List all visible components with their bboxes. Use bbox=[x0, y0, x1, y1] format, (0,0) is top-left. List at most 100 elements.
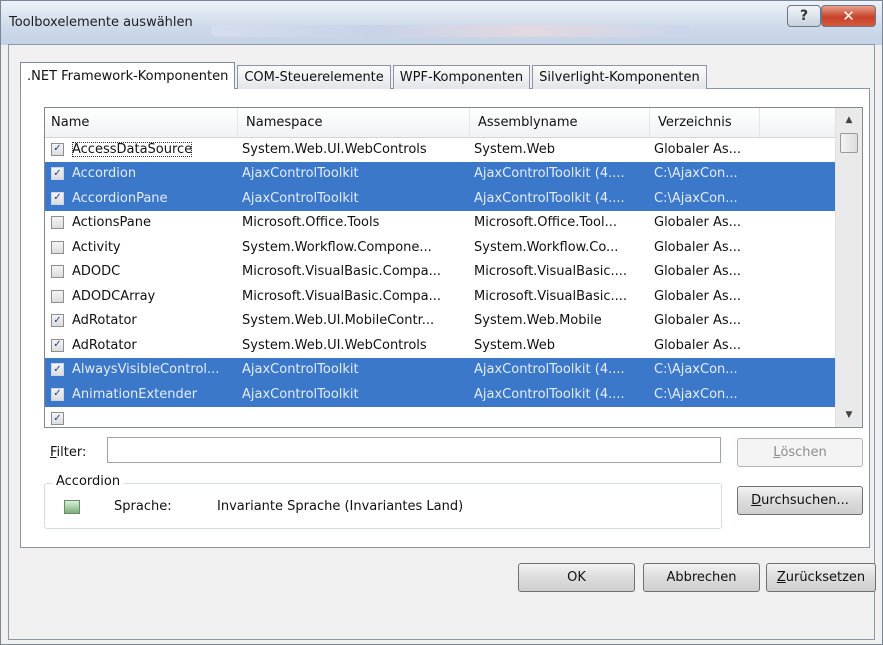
row-namespace: AjaxControlToolkit bbox=[242, 386, 359, 402]
row-namespace: System.Web.UI.WebControls bbox=[242, 141, 427, 157]
help-button[interactable]: ? bbox=[787, 5, 821, 27]
ok-button[interactable]: OK bbox=[518, 563, 635, 592]
table-row[interactable]: ✓ bbox=[45, 407, 835, 428]
row-directory: Globaler As... bbox=[654, 313, 742, 329]
table-row[interactable]: ADODCArray Microsoft.VisualBasic.Compa...… bbox=[45, 284, 835, 309]
reset-button[interactable]: Zurücksetzen bbox=[766, 563, 876, 592]
row-name-cell: ✓ AccessDataSource bbox=[45, 141, 238, 157]
row-namespace: System.Web.UI.MobileContr... bbox=[242, 313, 435, 329]
table-row[interactable]: Activity System.Workflow.Compone... System… bbox=[45, 235, 835, 260]
row-directory: Globaler As... bbox=[654, 215, 742, 231]
row-name-cell: ✓ AdRotator bbox=[45, 313, 238, 328]
table-row[interactable]: ActionsPane Microsoft.Office.Tools Microso… bbox=[45, 211, 835, 236]
cancel-button[interactable]: Abbrechen bbox=[643, 563, 760, 592]
row-checkbox[interactable] bbox=[51, 289, 64, 303]
clear-button[interactable]: Löschen bbox=[737, 438, 863, 467]
row-name: AccessDataSource bbox=[72, 141, 193, 157]
row-directory: Globaler As... bbox=[654, 239, 742, 255]
table-row[interactable]: ✓ AdRotator System.Web.UI.MobileContr... Sy… bbox=[45, 309, 835, 334]
row-checkbox[interactable] bbox=[51, 240, 64, 254]
row-assembly: AjaxControlToolkit (4.... bbox=[474, 190, 625, 206]
table-row[interactable]: ✓ Accordion AjaxControlToolkit AjaxControlT… bbox=[45, 161, 835, 186]
row-assembly: System.Web bbox=[474, 141, 555, 157]
list-rows: ✓ AccessDataSource System.Web.UI.WebContro… bbox=[45, 137, 835, 428]
row-name-cell: ✓ AlwaysVisibleControl... bbox=[45, 362, 238, 377]
row-namespace: AjaxControlToolkit bbox=[242, 166, 359, 182]
table-row[interactable]: ADODC Microsoft.VisualBasic.Compa... Micro… bbox=[45, 260, 835, 285]
table-row[interactable]: ✓ AnimationExtender AjaxControlToolkit Ajax… bbox=[45, 382, 835, 407]
row-namespace: AjaxControlToolkit bbox=[242, 190, 359, 206]
title-bar[interactable]: Toolboxelemente auswählen ? ✕ bbox=[1, 1, 882, 45]
components-list[interactable]: Name Namespace Assemblyname Verzeichnis … bbox=[44, 107, 863, 428]
table-row[interactable]: ✓ AdRotator System.Web.UI.WebControls Syste… bbox=[45, 333, 835, 358]
blurred-title-text bbox=[211, 25, 691, 37]
row-name: Activity bbox=[72, 239, 121, 255]
row-assembly: AjaxControlToolkit (4.... bbox=[474, 386, 625, 402]
row-directory: C:\AjaxCon... bbox=[654, 190, 738, 206]
row-name: Accordion bbox=[72, 166, 137, 182]
scroll-thumb[interactable] bbox=[840, 133, 858, 153]
row-name: AnimationExtender bbox=[72, 386, 198, 402]
selection-group-title: Accordion bbox=[52, 474, 125, 489]
row-namespace: AjaxControlToolkit bbox=[242, 362, 359, 378]
browse-button[interactable]: Durchsuchen... bbox=[737, 486, 863, 515]
tab-net-framework[interactable]: .NET Framework-Komponenten bbox=[20, 62, 236, 89]
table-row[interactable]: ✓ AlwaysVisibleControl... AjaxControlToolk… bbox=[45, 357, 835, 382]
row-name: AlwaysVisibleControl... bbox=[72, 362, 220, 378]
tab-com[interactable]: COM-Steuerelemente bbox=[237, 65, 391, 89]
row-namespace: Microsoft.VisualBasic.Compa... bbox=[242, 288, 441, 304]
row-assembly: System.Web.Mobile bbox=[474, 313, 602, 329]
filter-label: Filter: bbox=[50, 445, 87, 460]
row-name-cell: ✓ AccordionPane bbox=[45, 191, 238, 206]
language-value: Invariante Sprache (Invariantes Land) bbox=[217, 499, 464, 514]
row-name-cell: ActionsPane bbox=[45, 215, 238, 230]
language-label: Sprache: bbox=[114, 499, 172, 514]
table-row[interactable]: ✓ AccordionPane AjaxControlToolkit AjaxCont… bbox=[45, 186, 835, 211]
tab-strip: .NET Framework-Komponenten COM-Steuerele… bbox=[20, 62, 709, 89]
row-assembly: System.Workflow.Co... bbox=[474, 239, 619, 255]
row-checkbox[interactable]: ✓ bbox=[51, 191, 64, 205]
row-checkbox[interactable] bbox=[51, 216, 64, 230]
row-name-cell: ✓ bbox=[45, 412, 238, 426]
row-name-cell: ✓ AdRotator bbox=[45, 338, 238, 353]
row-namespace: Microsoft.VisualBasic.Compa... bbox=[242, 264, 441, 280]
row-directory: Globaler As... bbox=[654, 264, 742, 280]
row-checkbox[interactable]: ✓ bbox=[51, 412, 64, 426]
row-name-cell: ADODC bbox=[45, 264, 238, 279]
row-directory: C:\AjaxCon... bbox=[654, 362, 738, 378]
row-checkbox[interactable]: ✓ bbox=[51, 314, 64, 328]
row-namespace: Microsoft.Office.Tools bbox=[242, 215, 380, 231]
row-name-cell: Activity bbox=[45, 240, 238, 255]
column-header-assembly[interactable]: Assemblyname bbox=[470, 108, 650, 137]
row-assembly: AjaxControlToolkit (4.... bbox=[474, 166, 625, 182]
vertical-scrollbar[interactable]: ▲ ▼ bbox=[835, 108, 862, 427]
window-title: Toolboxelemente auswählen bbox=[9, 15, 193, 30]
list-header: Name Namespace Assemblyname Verzeichnis bbox=[45, 108, 835, 138]
row-checkbox[interactable]: ✓ bbox=[51, 338, 64, 352]
row-directory: Globaler As... bbox=[654, 288, 742, 304]
tab-silverlight[interactable]: Silverlight-Komponenten bbox=[532, 65, 707, 89]
table-row[interactable]: ✓ AccessDataSource System.Web.UI.WebContro… bbox=[45, 137, 835, 162]
row-namespace: System.Workflow.Compone... bbox=[242, 239, 432, 255]
row-directory: Globaler As... bbox=[654, 337, 742, 353]
row-directory: C:\AjaxCon... bbox=[654, 386, 738, 402]
column-header-directory[interactable]: Verzeichnis bbox=[650, 108, 760, 137]
scroll-down-icon[interactable]: ▼ bbox=[838, 404, 860, 426]
row-checkbox[interactable]: ✓ bbox=[51, 142, 64, 156]
row-checkbox[interactable]: ✓ bbox=[51, 387, 64, 401]
row-name: ADODCArray bbox=[72, 288, 156, 304]
row-checkbox[interactable] bbox=[51, 265, 64, 279]
column-header-name[interactable]: Name bbox=[45, 108, 238, 137]
tab-wpf[interactable]: WPF-Komponenten bbox=[392, 65, 531, 89]
row-name: AdRotator bbox=[72, 337, 137, 353]
row-assembly: Microsoft.Office.Tool... bbox=[474, 215, 618, 231]
row-checkbox[interactable]: ✓ bbox=[51, 363, 64, 377]
column-header-namespace[interactable]: Namespace bbox=[238, 108, 470, 137]
row-checkbox[interactable]: ✓ bbox=[51, 167, 64, 181]
filter-input[interactable] bbox=[107, 437, 721, 463]
close-button[interactable]: ✕ bbox=[821, 5, 876, 27]
row-name-cell: ADODCArray bbox=[45, 289, 238, 304]
row-directory: C:\AjaxCon... bbox=[654, 166, 738, 182]
row-name-cell: ✓ AnimationExtender bbox=[45, 387, 238, 402]
scroll-up-icon[interactable]: ▲ bbox=[838, 109, 860, 131]
